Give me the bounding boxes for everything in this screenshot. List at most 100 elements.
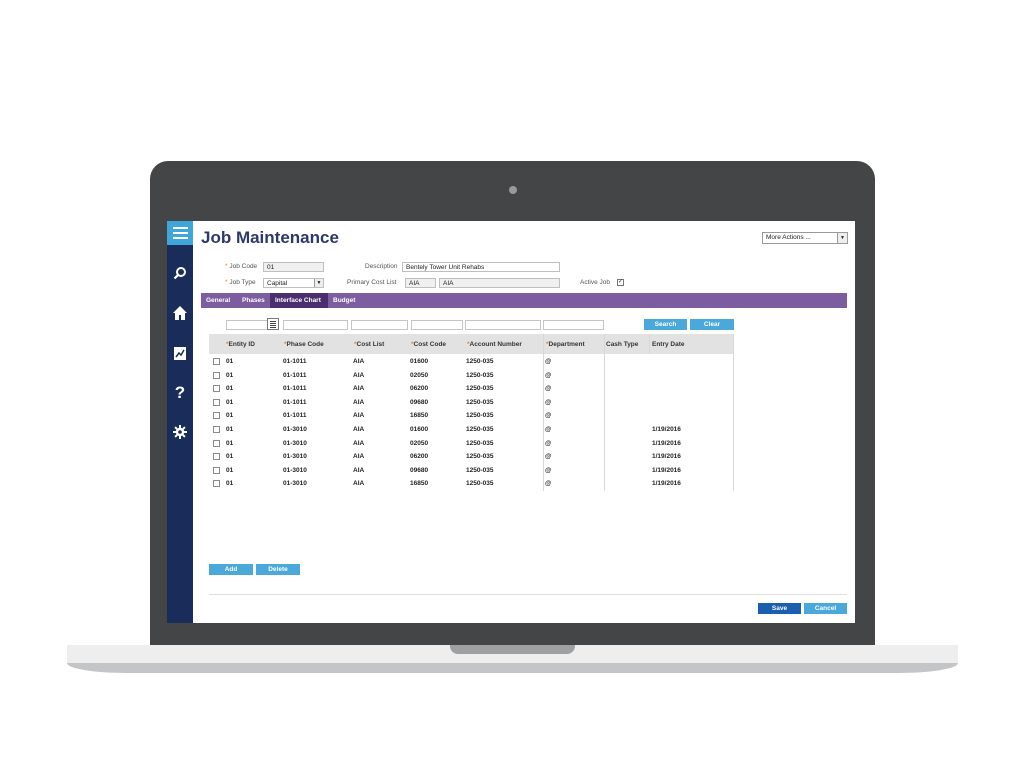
cell-cost-list: AIA — [353, 439, 365, 447]
cancel-button[interactable]: Cancel — [804, 603, 847, 614]
column-header-entity-id[interactable]: * Entity ID — [226, 334, 255, 354]
filter-cost-code[interactable] — [411, 320, 463, 330]
row-checkbox[interactable] — [213, 398, 220, 406]
cell-cost-list: AIA — [353, 385, 365, 393]
table-row[interactable]: 01 01-3010 AIA 06200 1250-035 @1/19/2016 — [209, 450, 734, 463]
gear-icon[interactable] — [170, 422, 190, 442]
primary-cost-list-name-field: AIA — [439, 278, 560, 288]
cell-entry-date: 1/19/2016 — [652, 439, 681, 447]
job-type-value: Capital — [267, 280, 288, 287]
list-picker-icon[interactable] — [267, 318, 279, 330]
filter-phase-code[interactable] — [283, 320, 348, 330]
row-checkbox[interactable] — [213, 385, 220, 393]
cell-entity-id: 01 — [226, 480, 234, 488]
cell-phase-code: 01-3010 — [283, 453, 307, 461]
table-row[interactable]: 01 01-1011 AIA 02050 1250-035 @ — [209, 369, 734, 382]
row-checkbox[interactable] — [213, 412, 220, 420]
row-checkbox[interactable] — [213, 466, 220, 474]
cell-account-number: 1250-035 — [466, 385, 494, 393]
description-field[interactable]: Bentely Tower Unit Rehabs — [402, 262, 560, 272]
help-icon[interactable]: ? — [170, 383, 190, 403]
save-button[interactable]: Save — [758, 603, 801, 614]
more-actions-dropdown[interactable]: More Actions ... ▼ — [762, 232, 848, 244]
table-row[interactable]: 01 01-3010 AIA 16850 1250-035 @1/19/2016 — [209, 477, 734, 490]
cell-cost-list: AIA — [353, 453, 365, 461]
search-icon[interactable] — [170, 263, 190, 283]
cell-cost-code: 02050 — [410, 371, 429, 379]
cell-phase-code: 01-1011 — [283, 398, 307, 406]
column-header-department[interactable]: * Department — [546, 334, 585, 354]
add-button[interactable]: Add — [209, 564, 253, 575]
chevron-down-icon: ▼ — [314, 279, 323, 287]
cell-cost-code: 09680 — [410, 398, 429, 406]
cell-entity-id: 01 — [226, 466, 234, 474]
row-checkbox[interactable] — [213, 371, 220, 379]
cell-department: @ — [545, 385, 552, 393]
cell-cost-code: 16850 — [410, 412, 429, 420]
cell-account-number: 1250-035 — [466, 466, 494, 474]
filter-entity-id[interactable] — [226, 320, 268, 330]
cell-phase-code: 01-1011 — [283, 358, 307, 365]
cell-department: @ — [545, 439, 552, 447]
table-row[interactable]: 01 01-3010 AIA 01600 1250-035 @1/19/2016 — [209, 423, 734, 436]
column-header-cash-type[interactable]: Cash Type — [606, 334, 638, 354]
filter-department[interactable] — [543, 320, 604, 330]
tab-interface-chart[interactable]: Interface Chart — [270, 293, 328, 308]
cell-phase-code: 01-3010 — [283, 426, 307, 433]
grid-header: * Entity ID * Phase Code * Cost List * Cost … — [209, 334, 734, 354]
cell-entity-id: 01 — [226, 371, 234, 379]
tab-budget[interactable]: Budget — [328, 293, 360, 308]
tab-general[interactable]: General — [201, 293, 235, 308]
job-code-field[interactable]: 01 — [263, 262, 324, 272]
cell-entity-id: 01 — [226, 358, 234, 365]
cell-department: @ — [545, 398, 552, 406]
search-button[interactable]: Search — [644, 319, 687, 330]
column-header-cost-code[interactable]: * Cost Code — [411, 334, 446, 354]
cell-department: @ — [545, 358, 552, 365]
cell-department: @ — [545, 466, 552, 474]
active-job-label: Active Job — [580, 279, 610, 286]
tab-phases[interactable]: Phases — [237, 293, 270, 308]
description-label: Description — [365, 263, 398, 270]
filter-account-number[interactable] — [465, 320, 541, 330]
row-checkbox[interactable] — [213, 480, 220, 488]
cell-account-number: 1250-035 — [466, 453, 494, 461]
cell-account-number: 1250-035 — [466, 412, 494, 420]
cell-entity-id: 01 — [226, 453, 234, 461]
cell-entry-date: 1/19/2016 — [652, 453, 681, 461]
active-job-checkbox[interactable]: ✓ — [617, 279, 624, 286]
row-checkbox[interactable] — [213, 358, 220, 365]
table-row[interactable]: 01 01-3010 AIA 09680 1250-035 @1/19/2016 — [209, 464, 734, 477]
table-row[interactable]: 01 01-1011 AIA 16850 1250-035 @ — [209, 409, 734, 422]
clear-button[interactable]: Clear — [690, 319, 734, 330]
cell-account-number: 1250-035 — [466, 371, 494, 379]
cell-department: @ — [545, 426, 552, 433]
cell-cost-list: AIA — [353, 466, 365, 474]
table-row[interactable]: 01 01-1011 AIA 01600 1250-035 @ — [209, 355, 734, 368]
table-row[interactable]: 01 01-1011 AIA 09680 1250-035 @ — [209, 396, 734, 409]
home-icon[interactable] — [170, 303, 190, 323]
row-checkbox[interactable] — [213, 453, 220, 461]
column-header-cost-list[interactable]: * Cost List — [354, 334, 384, 354]
job-type-select[interactable]: Capital ▼ — [263, 278, 324, 288]
main-content: Job Maintenance More Actions ... ▼ * Job… — [193, 221, 855, 623]
cell-department: @ — [545, 371, 552, 379]
row-checkbox[interactable] — [213, 426, 220, 433]
column-header-entry-date[interactable]: Entry Date — [652, 334, 685, 354]
column-header-phase-code[interactable]: * Phase Code — [284, 334, 324, 354]
cell-phase-code: 01-1011 — [283, 385, 307, 393]
cell-phase-code: 01-1011 — [283, 371, 307, 379]
table-row[interactable]: 01 01-1011 AIA 06200 1250-035 @ — [209, 382, 734, 395]
cell-entry-date: 1/19/2016 — [652, 480, 681, 488]
cell-cost-code: 01600 — [410, 358, 429, 365]
hamburger-menu-icon[interactable] — [167, 221, 193, 245]
delete-button[interactable]: Delete — [256, 564, 300, 575]
table-row[interactable]: 01 01-3010 AIA 02050 1250-035 @1/19/2016 — [209, 437, 734, 450]
cell-account-number: 1250-035 — [466, 398, 494, 406]
column-header-account-number[interactable]: * Account Number — [467, 334, 522, 354]
report-icon[interactable] — [170, 343, 190, 363]
cell-phase-code: 01-3010 — [283, 480, 307, 488]
primary-cost-list-code-field[interactable]: AIA — [405, 278, 436, 288]
row-checkbox[interactable] — [213, 439, 220, 447]
filter-cost-list[interactable] — [351, 320, 408, 330]
